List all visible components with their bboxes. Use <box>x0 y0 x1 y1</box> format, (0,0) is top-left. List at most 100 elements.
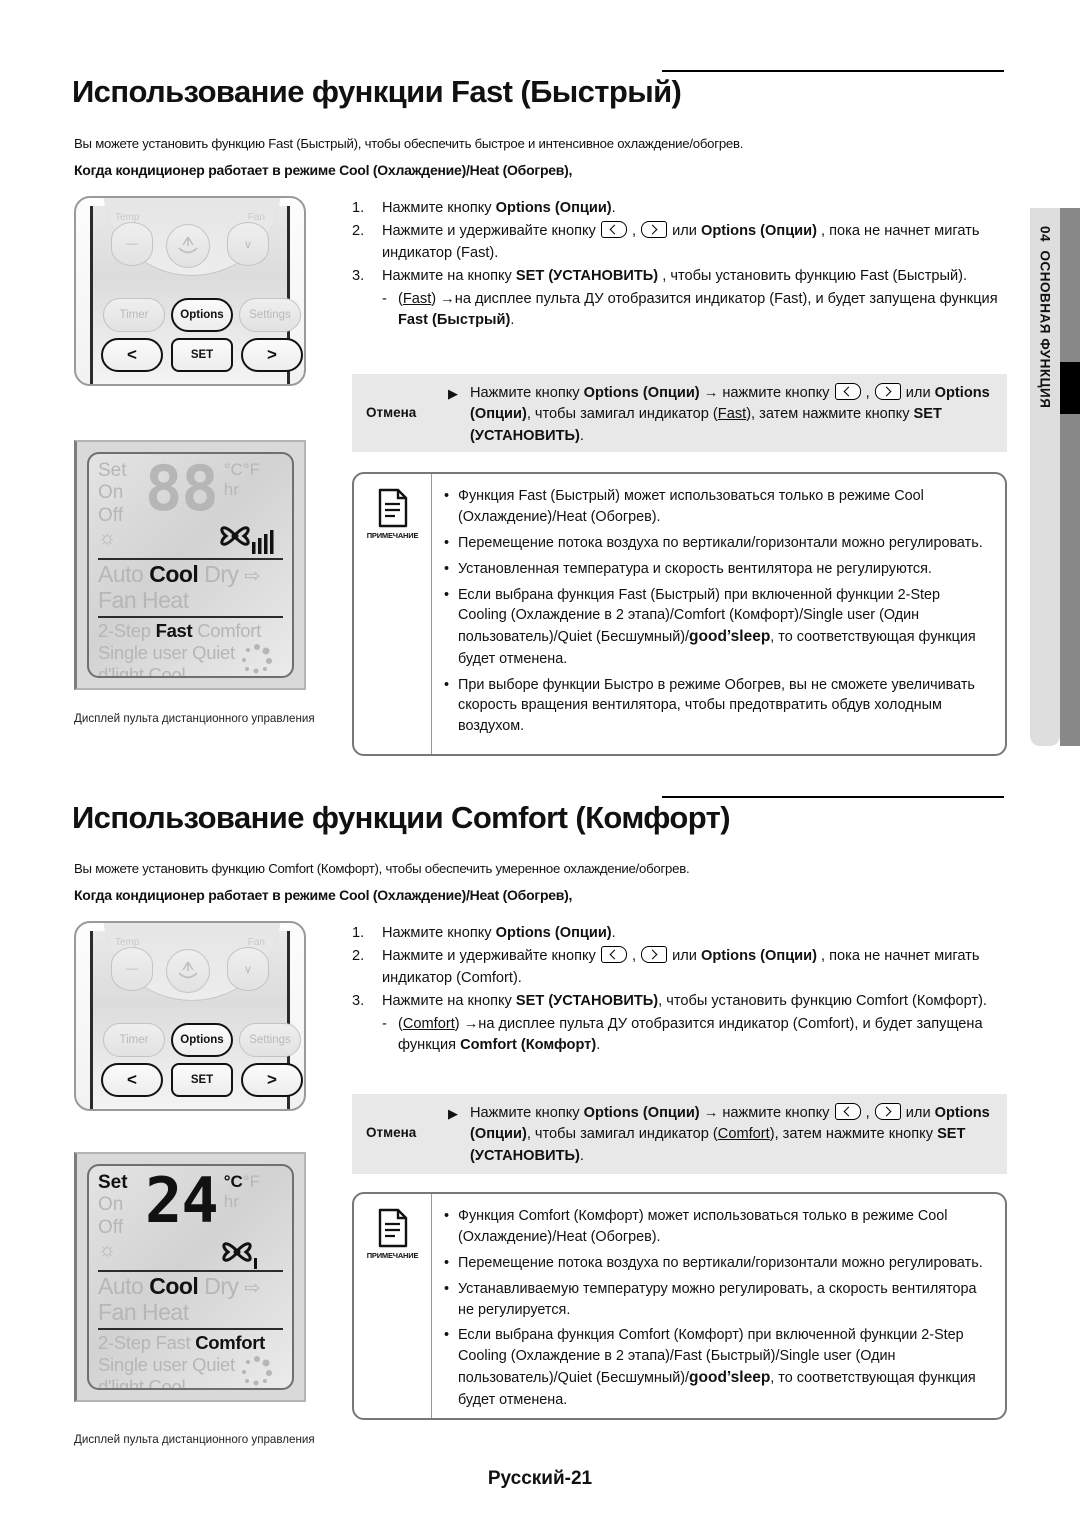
lcd-off-label-2: Off <box>98 1216 123 1238</box>
note-icon-label-1: ПРИМЕЧАНИЕ <box>366 531 419 540</box>
chapter-tab-band <box>1060 208 1080 746</box>
timer-button-1[interactable]: Timer <box>103 298 165 332</box>
minus-icon: — <box>126 238 138 250</box>
chevron-down-icon-1: ∨ <box>243 239 253 251</box>
step-number: 3. <box>352 992 365 1009</box>
text-run: Нажмите на кнопку <box>382 992 516 1009</box>
step-item: 2. Нажмите и удерживайте кнопку , или Opt… <box>352 946 1007 989</box>
section-2-note-box: ПРИМЕЧАНИЕ • Функция Comfort (Комфорт) мо… <box>352 1192 1007 1420</box>
text-run: ), затем нажмите кнопку <box>769 1126 938 1143</box>
cancel-arrow-icon-2: ▶ <box>448 1106 458 1121</box>
chevron-left-key-icon <box>600 221 627 239</box>
remote-body-2: Temp Fan — ∨ Timer Options Settings < SE… <box>90 923 303 1109</box>
temp-down-button-1[interactable]: — <box>111 222 153 266</box>
bullet-icon: • <box>444 534 450 551</box>
lcd-mode-heat-1: Heat <box>142 586 189 613</box>
step-item: 2. Нажмите и удерживайте кнопку , или Opt… <box>352 221 1007 264</box>
set-button-1[interactable]: SET <box>171 338 233 372</box>
chevron-right-key-icon <box>874 383 901 400</box>
temp-up-button-1[interactable]: ∨ <box>227 222 269 266</box>
lcd-set-label-2: Set <box>98 1172 128 1193</box>
lcd-temperature-2: 24 <box>145 1164 219 1237</box>
text-run: ) →на дисплее пульта ДУ отобразится инди… <box>431 291 998 308</box>
minus-icon-2: — <box>126 963 138 975</box>
lcd-units-1: °C°F hr <box>224 460 260 499</box>
timer-button-2[interactable]: Timer <box>103 1023 165 1057</box>
note-bullet-list-2: • Функция Comfort (Комфорт) может использ… <box>432 1194 1005 1418</box>
note-bullet-text: Устанавливаемую температуру можно регули… <box>458 1279 989 1321</box>
options-button-1[interactable]: Options <box>171 298 233 332</box>
bullet-icon: • <box>444 1208 450 1224</box>
chevron-right-key-icon <box>874 1103 901 1120</box>
step-item: 3. Нажмите на кнопку SET (УСТАНОВИТЬ), чт… <box>352 991 1007 1012</box>
lcd-hr-2: hr <box>223 1191 239 1211</box>
lcd-feat-2step-2: 2-Step <box>98 1332 151 1353</box>
settings-button-2[interactable]: Settings <box>239 1023 301 1057</box>
note-bullet-item: • Перемещение потока воздуха по вертикали… <box>444 533 989 554</box>
set-button-2[interactable]: SET <box>171 1063 233 1097</box>
lcd-feat-fast-1: Fast <box>155 620 193 641</box>
substep-text: (Fast) →на дисплее пульта ДУ отобразится… <box>398 289 1007 332</box>
text-run: . <box>596 1037 601 1054</box>
right-arrow-button-1[interactable]: > <box>241 338 303 372</box>
text-run: , чтобы замигал индикатор ( <box>526 1126 718 1143</box>
lcd-units-2: °C°F hr <box>224 1172 260 1211</box>
text-run: . <box>579 427 584 444</box>
remote-control-illustration-1: Temp Fan — ∨ Timer Options Settings < SE… <box>74 196 306 386</box>
text-run: или <box>901 385 935 401</box>
note-bullet-item: • При выборе функции Быстро в режиме Обог… <box>444 675 989 738</box>
section-2-title: Использование функции Comfort (Комфорт) <box>72 800 731 835</box>
chevron-right-key-icon <box>641 221 668 239</box>
text-run: Fast (Быстрый) <box>398 312 511 329</box>
step-item: 3. Нажмите на кнопку SET (УСТАНОВИТЬ) , ч… <box>352 266 1007 287</box>
note-document-icon-2 <box>378 1208 407 1248</box>
text-run: , <box>627 223 641 240</box>
text-run: . <box>611 200 616 216</box>
section-2-sublead: Когда кондиционер работает в режиме Cool… <box>74 887 573 903</box>
settings-label-2: Settings <box>249 1034 291 1046</box>
lcd-feat-dlight-1: d'light Cool <box>98 664 186 678</box>
lcd-fahrenheit-2: °F <box>242 1172 260 1191</box>
step-number: 2. <box>352 948 365 965</box>
lcd-feat-dlight-2: d'light Cool <box>98 1376 186 1390</box>
options-button-2[interactable]: Options <box>171 1023 233 1057</box>
text-run: → нажмите кнопку <box>699 385 834 401</box>
settings-button-1[interactable]: Settings <box>239 298 301 332</box>
note-bullet-text: Установленная температура и скорость вен… <box>458 559 989 580</box>
chevron-right-icon-1: > <box>267 345 277 364</box>
lcd-screen-2: Set On Off ☼ 24 °C°F hr Auto Cool Dry ⇨ … <box>87 1164 294 1390</box>
text-run: good’sleep <box>689 628 771 646</box>
lcd-mode-dry-2: Dry <box>204 1273 239 1299</box>
cancel-text-2: Нажмите кнопку Options (Опции) → нажмите… <box>470 1103 997 1167</box>
right-arrow-button-2[interactable]: > <box>241 1063 303 1097</box>
text-run: Нажмите и удерживайте кнопку <box>382 948 600 965</box>
note-bullet-item: • Если выбрана функция Comfort (Комфорт) … <box>444 1325 989 1410</box>
note-icon-column-1: ПРИМЕЧАНИЕ <box>354 474 432 754</box>
chapter-number: 04 <box>1037 226 1053 243</box>
substep-dash: - <box>382 1016 387 1033</box>
bullet-icon: • <box>444 1327 450 1344</box>
lcd-airflow-icon-1: ⇨ <box>244 566 260 587</box>
swing-button-1[interactable] <box>166 224 210 268</box>
chevron-left-key-icon <box>834 383 861 400</box>
lcd-illustration-2: Set On Off ☼ 24 °C°F hr Auto Cool Dry ⇨ … <box>74 1152 306 1402</box>
left-arrow-button-1[interactable]: < <box>101 338 163 372</box>
chevron-left-icon-2: < <box>127 1070 137 1089</box>
text-run: или <box>668 948 701 965</box>
lcd-hr-1: hr <box>223 479 239 499</box>
lcd-goodsleep-icon-1 <box>238 644 278 676</box>
lcd-on-label-2: On <box>98 1194 124 1216</box>
text-run: Comfort <box>717 1126 770 1143</box>
temp-down-button-2[interactable]: — <box>111 947 153 991</box>
note-bullet-text: Если выбрана функция Comfort (Комфорт) п… <box>458 1325 989 1410</box>
temp-up-button-2[interactable]: ∨ <box>227 947 269 991</box>
lcd-left-column-2: Set On Off ☼ <box>98 1172 128 1263</box>
remote-body-1: Temp Fan — ∨ Timer Options Settings < SE… <box>90 198 303 384</box>
substep-item: - (Fast) →на дисплее пульта ДУ отобразитс… <box>352 289 1007 332</box>
left-arrow-button-2[interactable]: < <box>101 1063 163 1097</box>
lcd-sun-icon-2: ☼ <box>98 1239 117 1262</box>
swing-button-2[interactable] <box>166 949 210 993</box>
text-run: Options (Опции) <box>583 385 700 401</box>
section-2-steps: 1. Нажмите кнопку Options (Опции). 2. Нажми… <box>352 923 1007 1057</box>
lcd-mode-cool-1: Cool <box>149 561 199 587</box>
